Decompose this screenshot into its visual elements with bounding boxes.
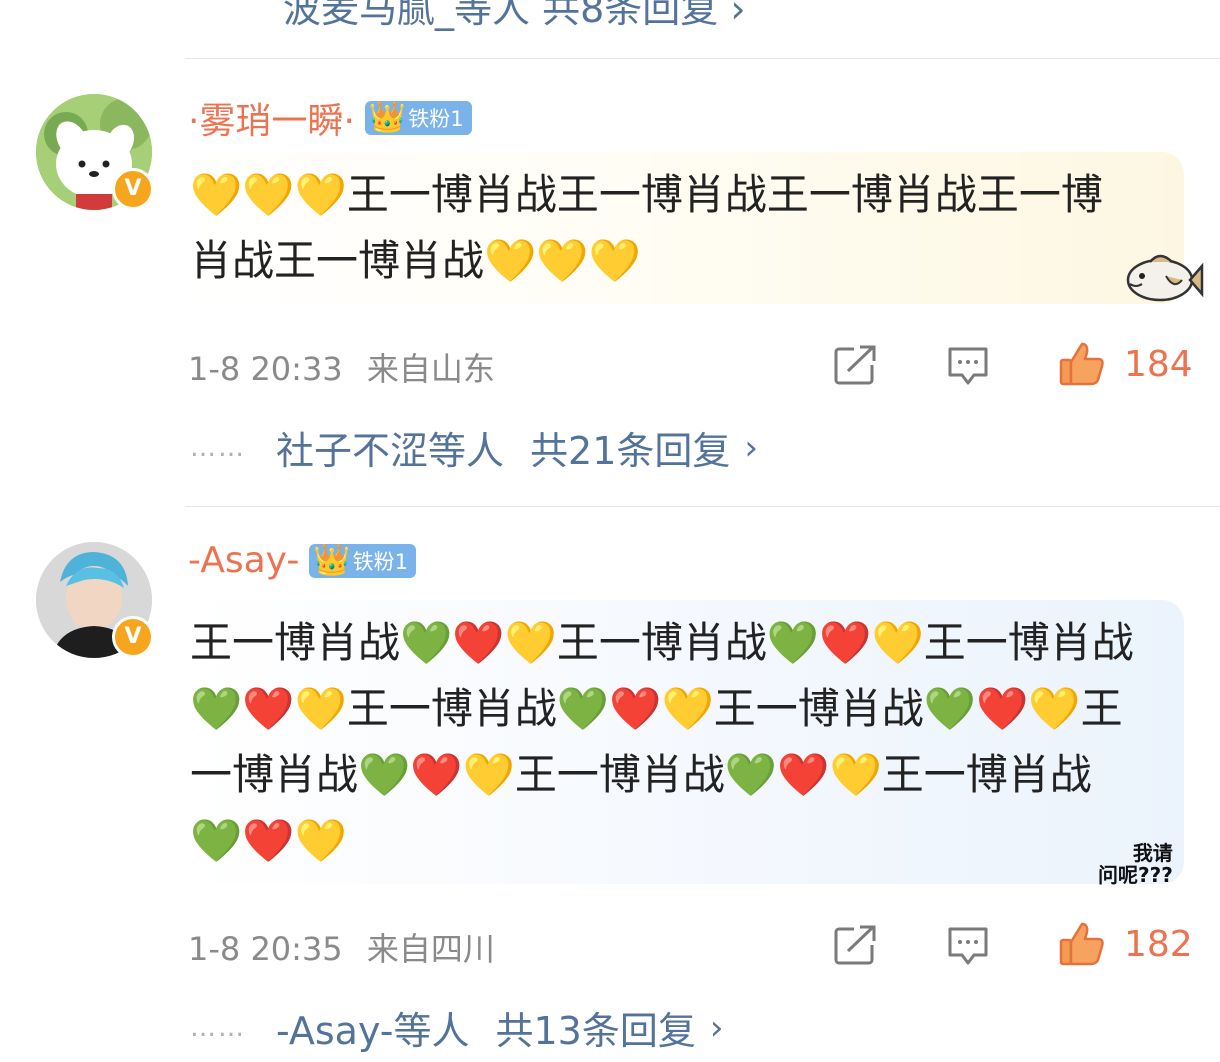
- verified-badge-icon: V: [112, 616, 154, 658]
- comment-divider: [185, 506, 1220, 507]
- sticker-line-1: 我请: [1132, 841, 1173, 865]
- like-button[interactable]: 182: [1058, 920, 1193, 968]
- verified-badge-icon: V: [112, 168, 154, 210]
- comment-text: 王一博肖战💚❤️💛王一博肖战💚❤️💛王一博肖战💚❤️💛王一博肖战💚❤️💛王一博肖…: [190, 618, 1134, 865]
- comment-icon: [948, 927, 988, 965]
- reply-count[interactable]: 共13条回复: [496, 1000, 696, 1055]
- thumbs-up-icon: [1059, 342, 1104, 386]
- username[interactable]: -Asay-: [188, 540, 299, 581]
- dots-icon: ……: [190, 432, 246, 463]
- share-button[interactable]: [834, 345, 876, 385]
- like-count: 184: [1124, 343, 1193, 385]
- chevron-right-icon: ›: [709, 1007, 724, 1048]
- comment-meta: 1-8 20:35 来自四川: [188, 924, 495, 970]
- comment-button[interactable]: [946, 925, 990, 967]
- reply-users[interactable]: -Asay-等人: [276, 1000, 470, 1055]
- comment-time: 1-8 20:35: [188, 930, 343, 968]
- crown-icon: 👑: [368, 100, 407, 135]
- share-icon: [834, 345, 876, 385]
- comment-location: 来自四川: [366, 930, 495, 968]
- crown-icon: 👑: [313, 542, 351, 578]
- sticker-text: 我请 问呢???: [1098, 842, 1173, 886]
- thumbs-up-icon: [1059, 922, 1104, 966]
- fan-badge-label: 铁粉1: [352, 549, 409, 574]
- reply-count[interactable]: 共21条回复: [530, 420, 730, 475]
- share-icon: [834, 925, 876, 965]
- comment-header: ·雾琑一瞬· 👑 铁粉1: [188, 92, 472, 144]
- fan-badge: 👑 铁粉1: [309, 542, 417, 578]
- previous-comment-reply-summary[interactable]: 波麦马腻_等人 共8条回复 ›: [283, 0, 746, 33]
- comment-text: 💛💛💛王一博肖战王一博肖战王一博肖战王一博肖战王一博肖战💛💛💛: [190, 170, 1103, 285]
- replies-summary[interactable]: …… -Asay-等人 共13条回复 ›: [190, 1000, 723, 1055]
- like-count: 182: [1124, 923, 1193, 965]
- comment-button[interactable]: [946, 345, 990, 387]
- chevron-right-icon: ›: [744, 427, 758, 468]
- comment-time: 1-8 20:33: [188, 350, 343, 388]
- username[interactable]: ·雾琑一瞬·: [188, 92, 355, 144]
- comment-bubble: 💛💛💛王一博肖战王一博肖战王一博肖战王一博肖战王一博肖战💛💛💛: [186, 152, 1184, 304]
- share-button[interactable]: [834, 925, 876, 965]
- comment-location: 来自山东: [366, 350, 495, 388]
- fan-badge: 👑 铁粉1: [364, 100, 472, 135]
- fish-sticker-icon: [1120, 246, 1204, 314]
- comment-bubble: 王一博肖战💚❤️💛王一博肖战💚❤️💛王一博肖战💚❤️💛王一博肖战💚❤️💛王一博肖…: [186, 600, 1184, 884]
- replies-summary[interactable]: …… 社子不涩等人 共21条回复 ›: [190, 420, 758, 475]
- like-button[interactable]: 184: [1058, 340, 1193, 388]
- comment-header: -Asay- 👑 铁粉1: [188, 540, 417, 581]
- reply-users[interactable]: 社子不涩等人: [276, 420, 504, 475]
- sticker-line-2: 问呢???: [1098, 863, 1173, 887]
- fan-badge-label: 铁粉1: [408, 107, 464, 131]
- comment-meta: 1-8 20:33 来自山东: [188, 344, 495, 390]
- comment-divider: [185, 58, 1220, 59]
- dots-icon: ……: [190, 1012, 246, 1043]
- comment-icon: [948, 347, 988, 385]
